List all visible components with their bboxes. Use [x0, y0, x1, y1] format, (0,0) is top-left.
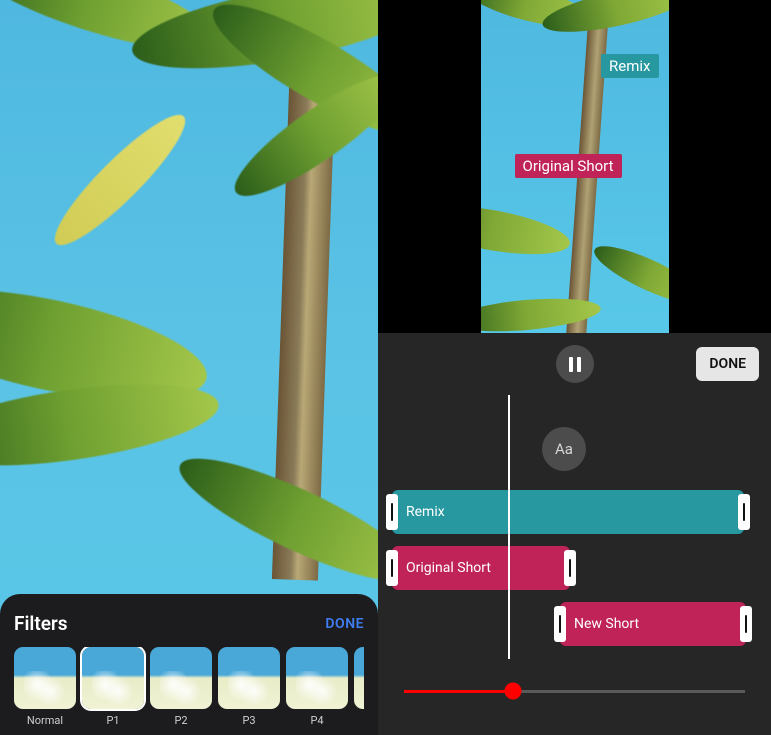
pause-button[interactable] — [556, 345, 594, 383]
filter-thumbnail[interactable] — [82, 647, 144, 709]
filters-drawer: Filters DONE Normal P1 P2 P3 P4 C — [0, 594, 378, 735]
seek-fill — [404, 690, 513, 693]
filters-done-button[interactable]: DONE — [325, 616, 364, 632]
filters-title: Filters — [14, 612, 68, 635]
track-row: Remix — [392, 490, 771, 534]
clip-trim-handle-right[interactable] — [740, 606, 752, 642]
filter-item-c[interactable]: C — [354, 647, 364, 727]
playhead[interactable] — [508, 395, 510, 659]
tracks-container: Remix Original Short New Short — [378, 490, 771, 658]
filter-item-p3[interactable]: P3 — [218, 647, 280, 727]
clip-trim-handle-left[interactable] — [386, 550, 398, 586]
timeline-area[interactable]: Aa Remix Original Short — [378, 395, 771, 735]
clip-new-short[interactable]: New Short — [560, 602, 746, 646]
clip-remix[interactable]: Remix — [392, 490, 744, 534]
palm-frond-graphic — [42, 102, 198, 258]
filter-item-normal[interactable]: Normal — [14, 647, 76, 727]
filter-label: P4 — [310, 714, 323, 727]
pause-icon — [569, 357, 581, 372]
clip-trim-handle-right[interactable] — [564, 550, 576, 586]
filter-label: P1 — [106, 714, 119, 727]
timeline-editor-panel: Remix Original Short DONE Aa Remix — [378, 0, 771, 735]
clip-trim-handle-right[interactable] — [738, 494, 750, 530]
clip-trim-handle-left[interactable] — [386, 494, 398, 530]
text-tool-icon: Aa — [555, 440, 573, 458]
track-row: New Short — [392, 602, 771, 646]
video-preview[interactable]: Remix Original Short — [481, 0, 669, 333]
filter-thumbnail[interactable] — [286, 647, 348, 709]
filter-label: P3 — [242, 714, 255, 727]
clip-label: New Short — [574, 616, 639, 632]
seek-thumb[interactable] — [505, 683, 522, 700]
clip-label: Remix — [406, 504, 445, 520]
filter-item-p2[interactable]: P2 — [150, 647, 212, 727]
filter-label: Normal — [27, 714, 63, 727]
track-row: Original Short — [392, 546, 771, 590]
seek-bar[interactable] — [404, 679, 745, 703]
filters-list[interactable]: Normal P1 P2 P3 P4 C — [14, 647, 364, 727]
filter-label: C — [363, 714, 364, 727]
filter-thumbnail[interactable] — [150, 647, 212, 709]
filter-item-p1[interactable]: P1 — [82, 647, 144, 727]
playback-controls: DONE — [378, 333, 771, 395]
filters-editor-panel: Filters DONE Normal P1 P2 P3 P4 C — [0, 0, 378, 735]
filter-label: P2 — [174, 714, 187, 727]
filter-item-p4[interactable]: P4 — [286, 647, 348, 727]
clip-trim-handle-left[interactable] — [554, 606, 566, 642]
done-button[interactable]: DONE — [696, 347, 759, 381]
filter-thumbnail[interactable] — [14, 647, 76, 709]
overlay-text-remix[interactable]: Remix — [601, 54, 658, 78]
overlay-text-original[interactable]: Original Short — [515, 154, 622, 178]
video-preview-area: Remix Original Short — [378, 0, 771, 333]
palm-frond-graphic — [588, 236, 669, 314]
text-tool-button[interactable]: Aa — [542, 427, 586, 471]
seek-track — [404, 690, 745, 693]
clip-original-short[interactable]: Original Short — [392, 546, 570, 590]
filter-thumbnail[interactable] — [354, 647, 364, 709]
clip-label: Original Short — [406, 560, 491, 576]
filter-thumbnail[interactable] — [218, 647, 280, 709]
palm-frond-graphic — [481, 196, 573, 263]
